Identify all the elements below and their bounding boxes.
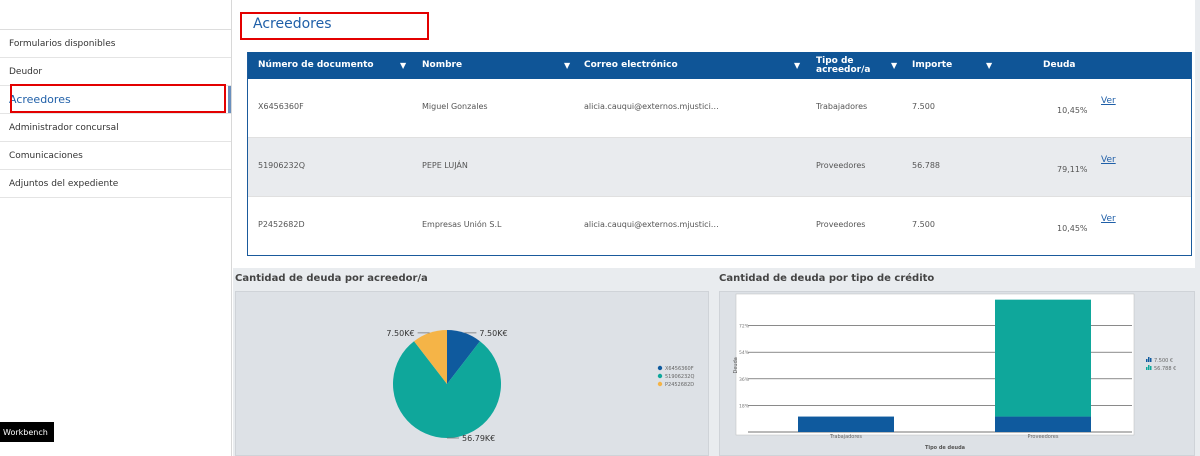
header-numero-documento[interactable]: Número de documento xyxy=(258,52,374,79)
cell-importe: 7.500 xyxy=(912,220,935,229)
cell-deuda: 79,11% xyxy=(1057,165,1088,174)
legend-marker xyxy=(1148,365,1150,370)
legend-marker xyxy=(657,381,663,387)
sidebar-item-label: Formularios disponibles xyxy=(9,38,116,49)
cell-tipo: Proveedores xyxy=(816,161,866,170)
cell-nombre: PEPE LUJÁN xyxy=(422,161,468,170)
sidebar-header xyxy=(0,0,231,30)
workbench-label: Workbench xyxy=(3,427,48,437)
legend-label: 7.500 € xyxy=(1154,358,1173,364)
filter-icon[interactable]: ▼ xyxy=(564,61,570,70)
y-tick-label: 54% xyxy=(739,350,750,356)
legend-marker xyxy=(1146,359,1148,362)
sidebar-item-label: Administrador concursal xyxy=(9,122,119,133)
cell-tipo: Trabajadores xyxy=(816,102,868,111)
pie-chart-title: Cantidad de deuda por acreedor/a xyxy=(235,273,428,284)
bar-segment xyxy=(798,416,894,432)
sidebar-item-administrador[interactable]: Administrador concursal xyxy=(0,114,231,142)
pie-chart-panel: 7.50K€ 56.79K€ 7.50K€ X6456360F 51906232Q P24… xyxy=(235,291,709,456)
y-axis-label: Deuda xyxy=(733,357,739,373)
sidebar-item-comunicaciones[interactable]: Comunicaciones xyxy=(0,142,231,170)
sidebar-item-label: Adjuntos del expediente xyxy=(9,178,119,189)
header-importe[interactable]: Importe xyxy=(912,52,952,79)
table-header: Número de documento ▼ Nombre ▼ Correo el… xyxy=(248,52,1191,79)
pie-data-label: 7.50K€ xyxy=(386,329,414,338)
cell-documento: 51906232Q xyxy=(258,161,306,170)
bar-chart-title: Cantidad de deuda por tipo de crédito xyxy=(719,273,935,284)
bar-chart: 18% 36% 54% 72% Deuda Trabajadores Proveedores… xyxy=(733,293,1176,451)
ver-link[interactable]: Ver xyxy=(1101,214,1116,224)
header-label: Nombre xyxy=(422,60,463,70)
pie-data-label: 56.79K€ xyxy=(462,434,495,443)
x-tick-label: Proveedores xyxy=(1028,434,1059,440)
cell-deuda: 10,45% xyxy=(1057,106,1088,115)
sidebar-item-acreedores[interactable]: Acreedores xyxy=(0,86,231,114)
x-axis-label: Tipo de deuda xyxy=(925,445,965,451)
ver-link[interactable]: Ver xyxy=(1101,96,1116,106)
sidebar: Formularios disponibles Deudor Acreedore… xyxy=(0,0,232,456)
workbench-button[interactable]: Workbench xyxy=(0,422,54,442)
table-row: X6456360F Miguel Gonzales alicia.cauqui@… xyxy=(248,79,1191,138)
main-content: Acreedores Número de documento ▼ Nombre … xyxy=(233,0,1200,456)
header-label: Correo electrónico xyxy=(584,60,678,70)
bar-segment xyxy=(995,416,1091,432)
header-label: Tipo de acreedor/a xyxy=(816,55,871,75)
pie-chart: 7.50K€ 56.79K€ 7.50K€ X6456360F 51906232Q P24… xyxy=(386,329,694,443)
y-tick-label: 18% xyxy=(739,403,750,409)
cell-nombre: Miguel Gonzales xyxy=(422,102,488,111)
creditors-table: Número de documento ▼ Nombre ▼ Correo el… xyxy=(247,52,1192,256)
sidebar-item-deudor[interactable]: Deudor xyxy=(0,58,231,86)
creditors-card: Acreedores Número de documento ▼ Nombre … xyxy=(233,0,1195,268)
header-label: Deuda xyxy=(1043,60,1076,70)
pie-data-label: 7.50K€ xyxy=(479,329,507,338)
sidebar-item-formularios[interactable]: Formularios disponibles xyxy=(0,30,231,58)
cell-importe: 56.788 xyxy=(912,161,940,170)
cell-correo: alicia.cauqui@externos.mjustici… xyxy=(584,102,719,111)
sidebar-item-label: Deudor xyxy=(9,66,43,77)
filter-icon[interactable]: ▼ xyxy=(891,61,897,70)
cell-documento: P2452682D xyxy=(258,220,305,229)
legend-marker xyxy=(657,365,663,371)
filter-icon[interactable]: ▼ xyxy=(794,61,800,70)
sidebar-item-adjuntos[interactable]: Adjuntos del expediente xyxy=(0,170,231,198)
table-row: P2452682D Empresas Unión S.L alicia.cauq… xyxy=(248,197,1191,256)
legend-marker xyxy=(1150,358,1152,362)
filter-icon[interactable]: ▼ xyxy=(986,61,992,70)
sidebar-item-label: Comunicaciones xyxy=(9,150,83,161)
ver-link[interactable]: Ver xyxy=(1101,155,1116,165)
cell-nombre: Empresas Unión S.L xyxy=(422,220,502,229)
y-tick-label: 72% xyxy=(739,324,750,330)
legend-label: X6456360F xyxy=(665,366,694,372)
header-correo[interactable]: Correo electrónico xyxy=(584,52,678,79)
header-deuda[interactable]: Deuda xyxy=(1043,52,1076,79)
legend-label: 51906232Q xyxy=(665,374,694,380)
sidebar-item-label: Acreedores xyxy=(9,93,71,106)
header-tipo-acreedor[interactable]: Tipo de acreedor/a xyxy=(816,52,876,79)
legend-marker xyxy=(657,373,663,379)
y-tick-label: 36% xyxy=(739,377,750,383)
x-tick-label: Trabajadores xyxy=(829,434,862,440)
cell-correo: alicia.cauqui@externos.mjustici… xyxy=(584,220,719,229)
table-row: 51906232Q PEPE LUJÁN Proveedores 56.788 … xyxy=(248,138,1191,197)
legend-label: P2452682D xyxy=(665,382,694,388)
legend-marker xyxy=(1150,366,1152,370)
bar-segment xyxy=(995,299,1091,417)
cell-tipo: Proveedores xyxy=(816,220,866,229)
bar-chart-panel: 18% 36% 54% 72% Deuda Trabajadores Proveedores… xyxy=(719,291,1195,456)
header-label: Importe xyxy=(912,60,953,70)
header-label: Número de documento xyxy=(258,60,374,70)
legend-marker xyxy=(1146,367,1148,370)
highlight-box xyxy=(240,12,429,40)
filter-icon[interactable]: ▼ xyxy=(400,61,406,70)
header-nombre[interactable]: Nombre xyxy=(422,52,462,79)
legend-label: 56.788 € xyxy=(1154,366,1176,372)
cell-documento: X6456360F xyxy=(258,102,304,111)
cell-importe: 7.500 xyxy=(912,102,935,111)
legend-marker xyxy=(1148,357,1150,362)
cell-deuda: 10,45% xyxy=(1057,224,1088,233)
